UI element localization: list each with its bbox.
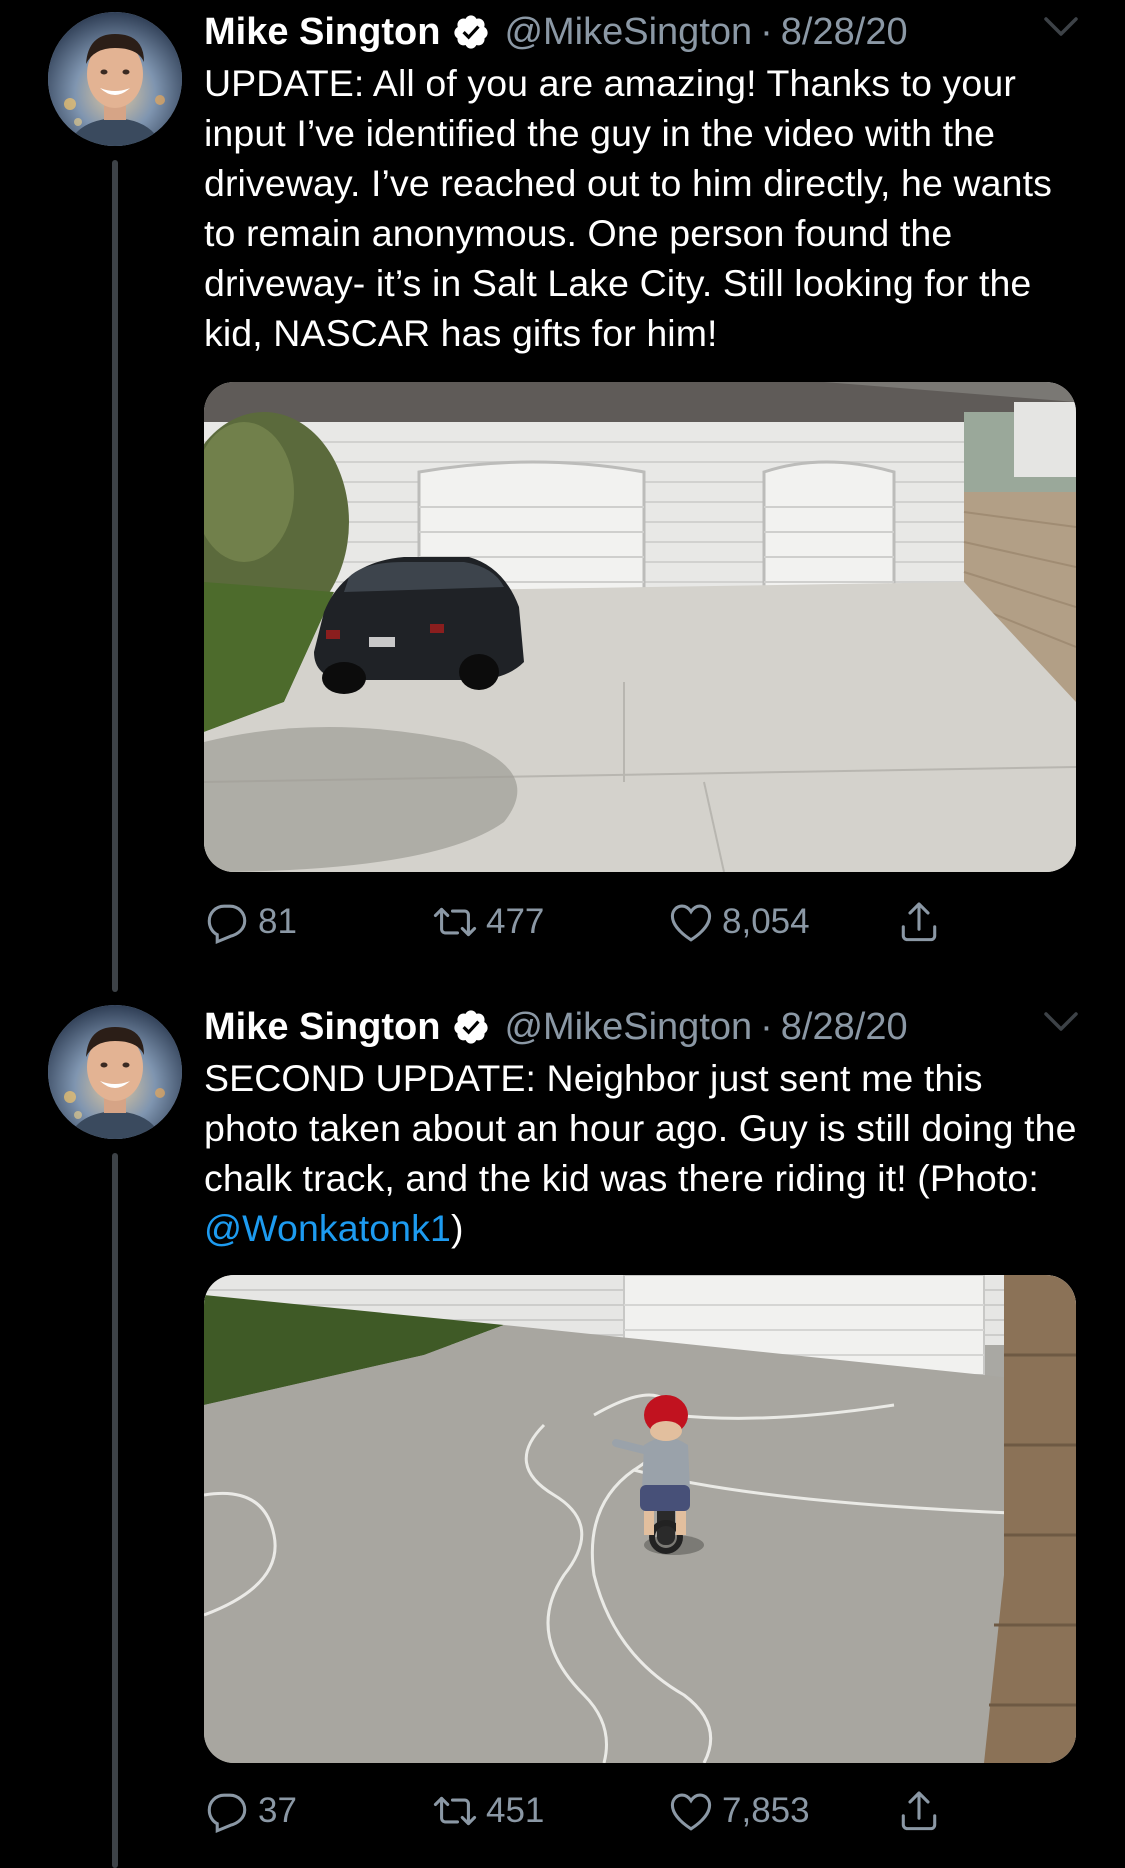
tweet-photo[interactable]: [204, 382, 1076, 872]
retweet-button[interactable]: 477: [432, 892, 544, 952]
avatar[interactable]: [48, 1005, 182, 1139]
reply-button[interactable]: 81: [204, 892, 297, 952]
tweet-text: UPDATE: All of you are amazing! Thanks t…: [204, 62, 1052, 354]
author-handle[interactable]: @MikeSington: [504, 1006, 752, 1049]
verified-badge-icon: [452, 13, 490, 51]
caret-down-icon[interactable]: [1043, 14, 1079, 42]
reply-icon: [207, 1793, 247, 1834]
reply-button[interactable]: 37: [204, 1781, 297, 1841]
tweet-text: SECOND UPDATE: Neighbor just sent me thi…: [204, 1053, 1084, 1253]
author-handle[interactable]: @MikeSington: [504, 11, 752, 54]
tweet-text-part: ): [450, 1207, 464, 1249]
retweet-icon: [433, 1796, 477, 1826]
tweet[interactable]: Mike Sington @MikeSington · 8/28/20 UPDA…: [0, 0, 1125, 995]
tweet-actions: 81 477 8,054: [204, 892, 1024, 952]
share-icon: [901, 1791, 937, 1831]
share-icon: [901, 902, 937, 942]
author-name[interactable]: Mike Sington: [204, 1006, 440, 1049]
retweet-count: 451: [486, 1791, 545, 1830]
like-icon: [670, 1793, 712, 1831]
reply-icon: [207, 904, 247, 945]
tweet-actions: 37 451 7,853: [204, 1781, 1024, 1841]
tweet-header: Mike Sington @MikeSington · 8/28/20: [204, 999, 908, 1055]
share-button[interactable]: [896, 1781, 950, 1841]
tweet-text-part: SECOND UPDATE: Neighbor just sent me thi…: [204, 1057, 1077, 1199]
caret-down-icon[interactable]: [1043, 1009, 1079, 1037]
avatar[interactable]: [48, 12, 182, 146]
tweet-date[interactable]: 8/28/20: [781, 11, 908, 54]
retweet-count: 477: [486, 902, 545, 941]
like-count: 7,853: [722, 1791, 810, 1830]
tweet-date[interactable]: 8/28/20: [781, 1006, 908, 1049]
like-button[interactable]: 8,054: [668, 892, 810, 952]
share-button[interactable]: [896, 892, 950, 952]
tweet[interactable]: Mike Sington @MikeSington · 8/28/20 SECO…: [0, 995, 1125, 1868]
separator: ·: [760, 10, 773, 53]
like-button[interactable]: 7,853: [668, 1781, 810, 1841]
retweet-button[interactable]: 451: [432, 1781, 544, 1841]
verified-badge-icon: [452, 1008, 490, 1046]
retweet-icon: [433, 907, 477, 937]
thread-line: [112, 160, 118, 992]
separator: ·: [760, 1005, 773, 1048]
thread-line: [112, 1153, 118, 1868]
reply-count: 81: [258, 902, 297, 941]
like-count: 8,054: [722, 902, 810, 941]
tweet-photo[interactable]: [204, 1275, 1076, 1763]
tweet-header: Mike Sington @MikeSington · 8/28/20: [204, 4, 908, 60]
reply-count: 37: [258, 1791, 297, 1830]
mention-link[interactable]: @Wonkatonk1: [204, 1207, 451, 1249]
author-name[interactable]: Mike Sington: [204, 11, 440, 54]
like-icon: [670, 904, 712, 942]
